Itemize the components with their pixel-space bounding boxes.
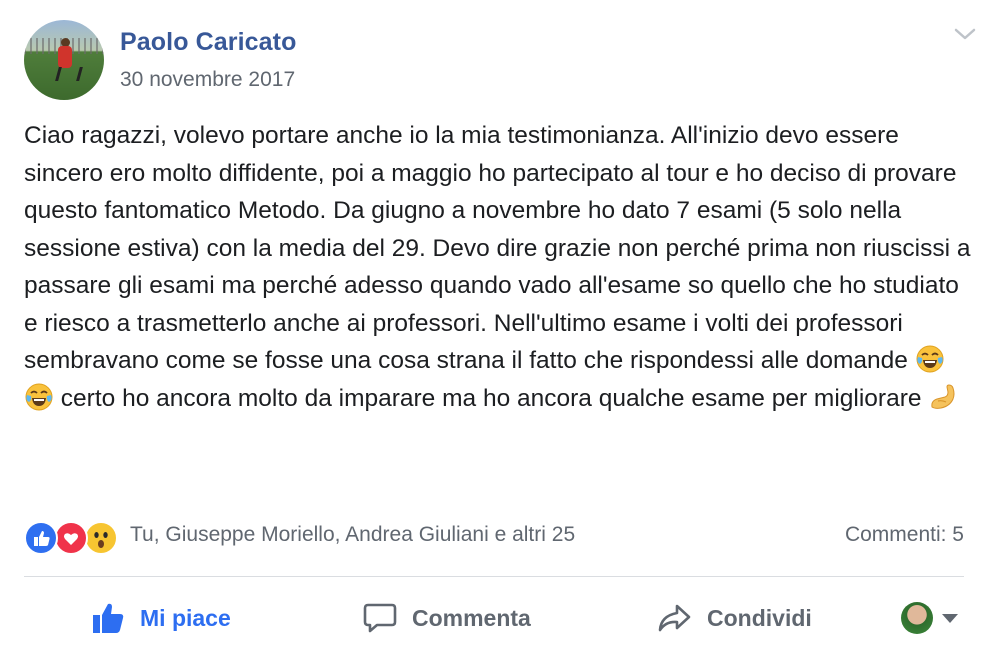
comments-count[interactable]: Commenti: 5 [845, 523, 964, 547]
author-avatar[interactable] [24, 20, 104, 100]
share-label: Condividi [707, 604, 812, 631]
thumbs-up-icon [93, 603, 124, 633]
comment-bubble-icon [363, 603, 397, 633]
post-date[interactable]: 30 novembre 2017 [120, 68, 295, 92]
reactions-bar[interactable]: Tu, Giuseppe Moriello, Andrea Giuliani e… [24, 518, 964, 555]
tears-of-joy-emoji-icon [25, 383, 53, 410]
comment-label: Commenta [412, 604, 531, 631]
flexed-biceps-emoji-icon [931, 383, 955, 409]
like-reaction-icon[interactable] [24, 521, 58, 555]
like-label: Mi piace [140, 604, 231, 631]
share-button[interactable]: Condividi [657, 596, 812, 640]
love-reaction-icon[interactable] [54, 521, 88, 555]
like-button[interactable]: Mi piace [90, 596, 231, 640]
reaction-profile-avatar[interactable] [901, 602, 933, 634]
divider [24, 576, 964, 577]
share-arrow-icon [658, 604, 691, 632]
chevron-down-icon[interactable] [954, 26, 976, 42]
author-name[interactable]: Paolo Caricato [120, 28, 296, 57]
tears-of-joy-emoji-icon [916, 345, 944, 373]
post-card: Paolo Caricato 30 novembre 2017 Ciao rag… [0, 0, 988, 650]
reaction-names[interactable]: Tu, Giuseppe Moriello, Andrea Giuliani e… [130, 523, 575, 547]
caret-down-icon[interactable] [942, 614, 958, 623]
post-text: Ciao ragazzi, volevo portare anche io la… [24, 117, 974, 417]
comment-button[interactable]: Commenta [362, 596, 531, 640]
post-text-part-2: certo ho ancora molto da imparare ma ho … [54, 384, 929, 412]
post-text-part-1: Ciao ragazzi, volevo portare anche io la… [24, 122, 971, 374]
wow-reaction-icon[interactable] [84, 521, 118, 555]
